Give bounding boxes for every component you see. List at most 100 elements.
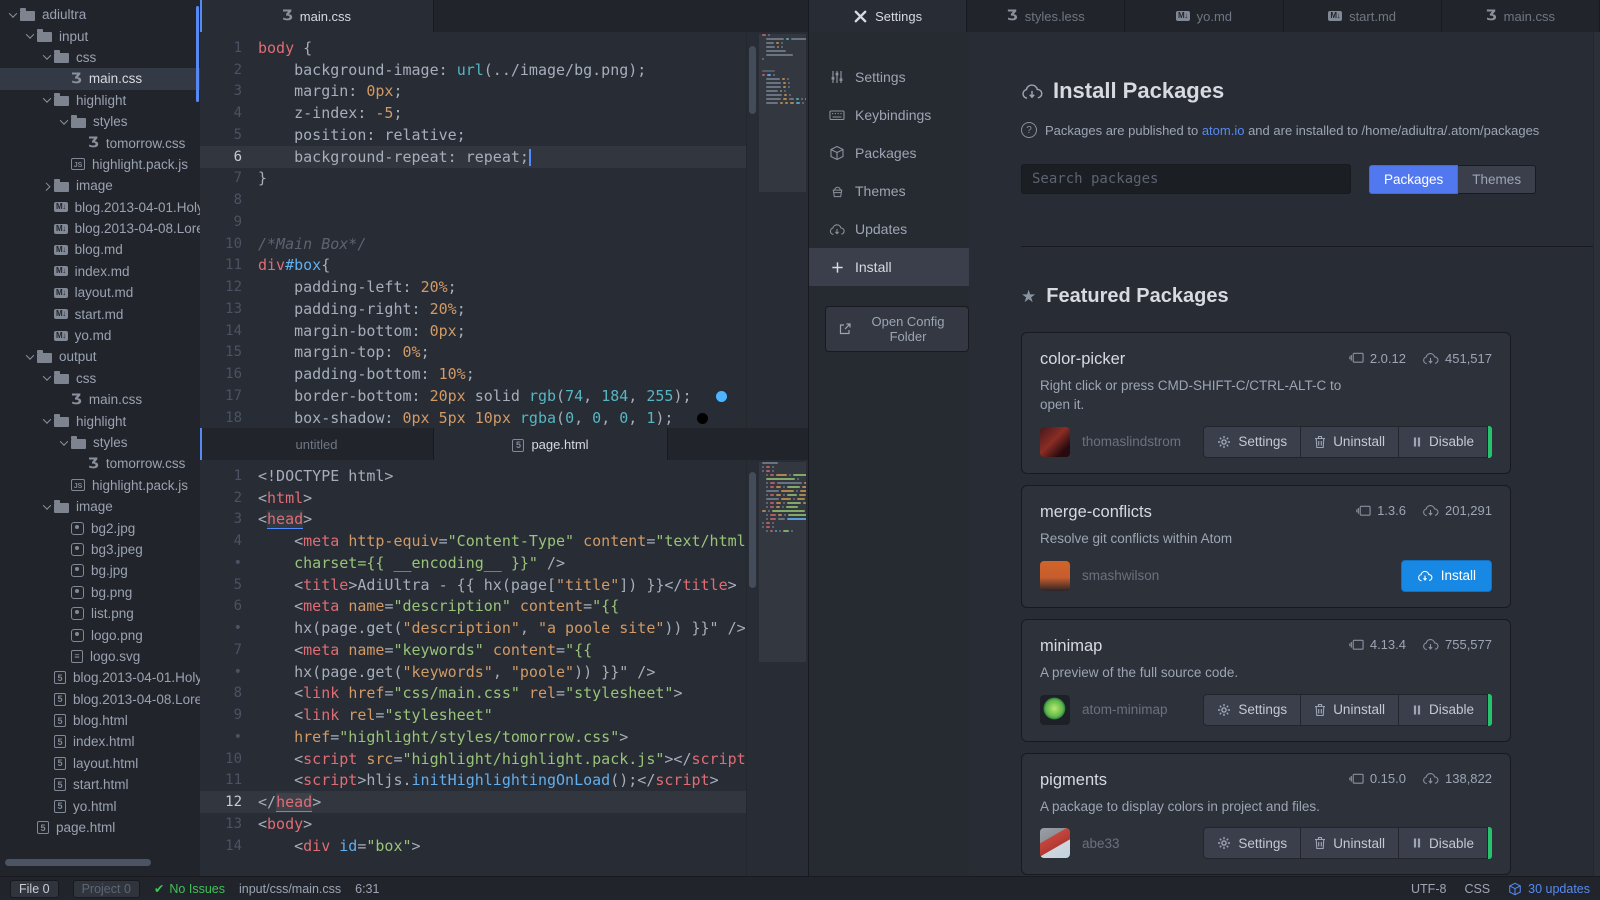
open-config-folder-button[interactable]: Open Config Folder bbox=[825, 306, 969, 352]
tree-item[interactable]: styles bbox=[0, 111, 200, 132]
tree-item[interactable]: 5index.html bbox=[0, 731, 200, 752]
code-line[interactable]: 3 margin: 0px; bbox=[200, 81, 746, 103]
search-packages-input[interactable] bbox=[1021, 164, 1351, 194]
uninstall-button[interactable]: Uninstall bbox=[1300, 694, 1399, 726]
code-line[interactable]: 17 border-bottom: 20px solid rgb(74, 184… bbox=[200, 385, 746, 407]
tab-page-html[interactable]: 5page.html bbox=[434, 428, 668, 460]
sidebar-item-packages[interactable]: Packages bbox=[809, 134, 969, 172]
tree-item[interactable]: output bbox=[0, 346, 200, 367]
code-line[interactable]: • hx(page.get("description", "a poole si… bbox=[200, 617, 746, 639]
code-line[interactable]: 7 <meta name="keywords" content="{{ bbox=[200, 639, 746, 661]
tree-item[interactable]: 5layout.html bbox=[0, 753, 200, 774]
package-settings-button[interactable]: Settings bbox=[1203, 426, 1301, 458]
tree-item[interactable]: 5blog.2013-04-08.Lorem_I bbox=[0, 689, 200, 710]
tree-item[interactable]: bg.png bbox=[0, 582, 200, 603]
no-issues-status[interactable]: ✔No Issues bbox=[154, 881, 225, 896]
sidebar-item-install[interactable]: Install bbox=[809, 248, 969, 286]
sidebar-item-themes[interactable]: Themes bbox=[809, 172, 969, 210]
tree-item[interactable]: ≡logo.svg bbox=[0, 646, 200, 667]
code-line[interactable]: 8 <link href="css/main.css" rel="stylesh… bbox=[200, 683, 746, 705]
tree-item[interactable]: bg2.jpg bbox=[0, 517, 200, 538]
code-line[interactable]: 13 padding-right: 20%; bbox=[200, 298, 746, 320]
package-name[interactable]: color-picker bbox=[1040, 350, 1125, 369]
tree-item[interactable]: 5start.html bbox=[0, 774, 200, 795]
css-editor[interactable]: 1body {2 background-image: url(../image/… bbox=[200, 32, 746, 428]
tree-item[interactable]: 5yo.html bbox=[0, 795, 200, 816]
tree-item[interactable]: JShighlight.pack.js bbox=[0, 475, 200, 496]
code-line[interactable]: 9 bbox=[200, 211, 746, 233]
code-line[interactable]: 1<!DOCTYPE html> bbox=[200, 465, 746, 487]
code-line[interactable]: 18 box-shadow: 0px 5px 10px rgba(0, 0, 0… bbox=[200, 407, 746, 428]
sidebar-item-keybindings[interactable]: Keybindings bbox=[809, 96, 969, 134]
tree-vertical-scrollbar[interactable] bbox=[196, 6, 199, 102]
tree-item[interactable]: M↓layout.md bbox=[0, 282, 200, 303]
tab-main-css[interactable]: Ʒmain.css bbox=[1442, 0, 1600, 32]
code-line[interactable]: 16 padding-bottom: 10%; bbox=[200, 363, 746, 385]
tree-horizontal-scrollbar[interactable] bbox=[5, 859, 151, 866]
tree-item[interactable]: css bbox=[0, 368, 200, 389]
current-file-path[interactable]: input/css/main.css bbox=[239, 882, 341, 896]
code-line[interactable]: 13<body> bbox=[200, 813, 746, 835]
tree-item[interactable]: Ʒmain.css bbox=[0, 68, 200, 89]
package-author[interactable]: abe33 bbox=[1082, 836, 1120, 851]
code-line[interactable]: 11 <script>hljs.initHighlightingOnLoad()… bbox=[200, 770, 746, 792]
tree-item[interactable]: 5page.html bbox=[0, 817, 200, 838]
package-author[interactable]: atom-minimap bbox=[1082, 702, 1168, 717]
package-name[interactable]: pigments bbox=[1040, 771, 1107, 790]
package-author[interactable]: smashwilson bbox=[1082, 568, 1159, 583]
themes-toggle-button[interactable]: Themes bbox=[1458, 165, 1536, 194]
package-name[interactable]: minimap bbox=[1040, 637, 1102, 656]
tree-item[interactable]: bg3.jpeg bbox=[0, 539, 200, 560]
tab-start-md[interactable]: M↓start.md bbox=[1284, 0, 1442, 32]
tree-item[interactable]: M↓index.md bbox=[0, 261, 200, 282]
code-line[interactable]: 6 background-repeat: repeat; bbox=[200, 146, 746, 168]
package-author[interactable]: thomaslindstrom bbox=[1082, 434, 1181, 449]
top-minimap-zone[interactable] bbox=[746, 32, 808, 428]
packages-toggle-button[interactable]: Packages bbox=[1369, 165, 1458, 194]
tab-main-css[interactable]: Ʒ main.css bbox=[200, 0, 434, 32]
code-line[interactable]: 4 z-index: -5; bbox=[200, 102, 746, 124]
tree-item[interactable]: M↓blog.2013-04-08.Lorem_I bbox=[0, 218, 200, 239]
code-line[interactable]: • charset={{ __encoding__ }}" /> bbox=[200, 552, 746, 574]
editor-scrollbar[interactable] bbox=[749, 472, 756, 588]
code-line[interactable]: 1body { bbox=[200, 37, 746, 59]
minimap[interactable] bbox=[759, 34, 806, 428]
settings-scrollbar[interactable] bbox=[1593, 32, 1600, 876]
html-editor[interactable]: 1<!DOCTYPE html>2<html>3<head>4 <meta ht… bbox=[200, 460, 746, 876]
code-line[interactable]: 15 margin-top: 0%; bbox=[200, 342, 746, 364]
disable-button[interactable]: Disable bbox=[1398, 827, 1488, 859]
disable-button[interactable]: Disable bbox=[1398, 694, 1488, 726]
tree-item[interactable]: image bbox=[0, 175, 200, 196]
code-line[interactable]: 7} bbox=[200, 168, 746, 190]
code-line[interactable]: 10/*Main Box*/ bbox=[200, 233, 746, 255]
code-line[interactable]: • hx(page.get("keywords", "poole")) }}" … bbox=[200, 661, 746, 683]
tree-item[interactable]: Ʒmain.css bbox=[0, 389, 200, 410]
file-issues-badge[interactable]: File 0 bbox=[10, 880, 59, 898]
sidebar-item-updates[interactable]: Updates bbox=[809, 210, 969, 248]
code-line[interactable]: 2 background-image: url(../image/bg.png)… bbox=[200, 59, 746, 81]
code-line[interactable]: 11div#box{ bbox=[200, 255, 746, 277]
code-line[interactable]: 8 bbox=[200, 189, 746, 211]
code-line[interactable]: 14 <div id="box"> bbox=[200, 835, 746, 857]
tree-item[interactable]: M↓yo.md bbox=[0, 325, 200, 346]
tab-untitled[interactable]: untitled bbox=[200, 428, 434, 460]
minimap[interactable] bbox=[759, 462, 806, 876]
code-line[interactable]: 6 <meta name="description" content="{{ bbox=[200, 596, 746, 618]
code-line[interactable]: 12 padding-left: 20%; bbox=[200, 276, 746, 298]
code-line[interactable]: 10 <script src="highlight/highlight.pack… bbox=[200, 748, 746, 770]
project-issues-badge[interactable]: Project 0 bbox=[73, 880, 140, 898]
tree-item[interactable]: adiultra bbox=[0, 4, 200, 25]
tree-item[interactable]: input bbox=[0, 25, 200, 46]
tree-item[interactable]: bg.jpg bbox=[0, 560, 200, 581]
tree-item[interactable]: M↓blog.md bbox=[0, 239, 200, 260]
tree-item[interactable]: M↓start.md bbox=[0, 303, 200, 324]
tree-item[interactable]: Ʒtomorrow.css bbox=[0, 453, 200, 474]
code-line[interactable]: 12</head> bbox=[200, 791, 746, 813]
tree-item[interactable]: logo.png bbox=[0, 624, 200, 645]
tree-item[interactable]: Ʒtomorrow.css bbox=[0, 132, 200, 153]
code-line[interactable]: 3<head> bbox=[200, 509, 746, 531]
tab-yo-md[interactable]: M↓yo.md bbox=[1125, 0, 1283, 32]
cursor-position[interactable]: 6:31 bbox=[355, 882, 379, 896]
editor-scrollbar[interactable] bbox=[749, 46, 756, 114]
package-settings-button[interactable]: Settings bbox=[1203, 827, 1301, 859]
